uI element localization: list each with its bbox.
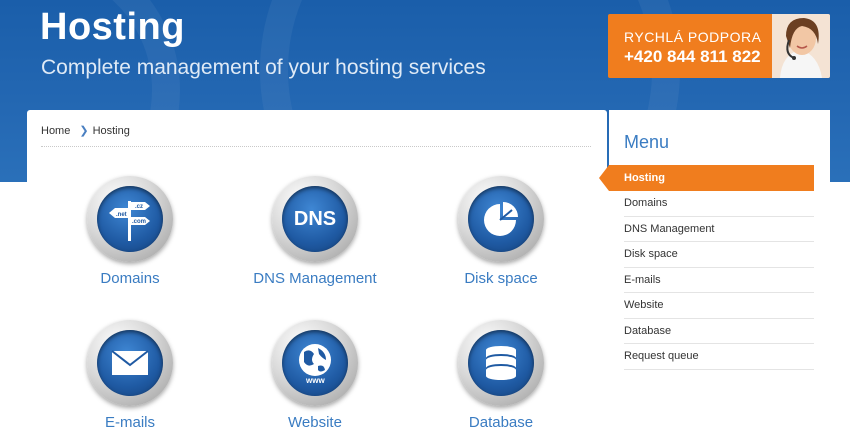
sidebar-item-emails[interactable]: E-mails: [624, 268, 814, 293]
dns-icon: DNS: [282, 186, 348, 252]
envelope-icon: [111, 350, 149, 375]
service-label[interactable]: Website: [230, 414, 400, 431]
globe-icon: www: [282, 330, 348, 396]
sidebar-item-dns-management[interactable]: DNS Management: [624, 217, 814, 242]
sidebar-item-disk-space[interactable]: Disk space: [624, 242, 814, 268]
database-icon: [468, 330, 534, 396]
sidebar-item-domains[interactable]: Domains: [624, 191, 814, 217]
service-disk-space[interactable]: Disk space: [416, 176, 586, 287]
service-website[interactable]: www Website: [230, 320, 400, 431]
dns-icon-text: DNS: [293, 207, 337, 230]
page-subtitle: Complete management of your hosting serv…: [41, 56, 486, 79]
service-label[interactable]: DNS Management: [230, 270, 400, 287]
icon-frame: www: [272, 320, 358, 406]
domains-icon: .net .cz .com: [97, 186, 163, 252]
breadcrumb-current: Hosting: [92, 124, 130, 137]
globe-icon: www: [299, 344, 331, 385]
sidebar-menu: Hosting Domains DNS Management Disk spac…: [599, 165, 814, 370]
service-database[interactable]: Database: [416, 320, 586, 431]
domain-com-text: .com: [132, 219, 146, 225]
support-banner[interactable]: RYCHLÁ PODPORA +420 844 811 822: [608, 14, 830, 78]
support-label: RYCHLÁ PODPORA: [624, 29, 762, 45]
domain-net-text: .net: [116, 212, 127, 218]
breadcrumb-divider: [41, 146, 591, 147]
pie-chart-icon: [484, 202, 518, 236]
icon-frame: [458, 320, 544, 406]
envelope-icon: [97, 330, 163, 396]
sidebar-item-request-queue[interactable]: Request queue: [624, 344, 814, 370]
sidebar-item-hosting[interactable]: Hosting: [599, 165, 814, 191]
service-label[interactable]: Domains: [45, 270, 215, 287]
sidebar: Menu Hosting Domains DNS Management Disk…: [599, 110, 830, 385]
pie-chart-icon: [468, 186, 534, 252]
breadcrumb-home[interactable]: Home: [41, 125, 70, 137]
service-label[interactable]: E-mails: [45, 414, 215, 431]
main-content: Home ❯ Hosting .net .cz .com Domains DNS…: [27, 110, 607, 435]
support-agent-avatar: [772, 14, 830, 78]
domain-cz-text: .cz: [135, 204, 143, 210]
service-dns-management[interactable]: DNS DNS Management: [230, 176, 400, 287]
support-phone[interactable]: +420 844 811 822: [624, 47, 761, 67]
service-emails[interactable]: E-mails: [45, 320, 215, 431]
service-label[interactable]: Disk space: [416, 270, 586, 287]
icon-frame: [87, 320, 173, 406]
icon-frame: [458, 176, 544, 262]
page-title: Hosting: [40, 6, 185, 48]
service-domains[interactable]: .net .cz .com Domains: [45, 176, 215, 287]
www-text: www: [305, 376, 325, 385]
icon-frame: .net .cz .com: [87, 176, 173, 262]
breadcrumb: Home ❯ Hosting: [41, 124, 130, 138]
chevron-right-icon: ❯: [79, 125, 89, 137]
sidebar-title: Menu: [624, 132, 670, 152]
database-icon: [486, 346, 516, 380]
icon-frame: DNS: [272, 176, 358, 262]
signpost-icon: .net .cz .com: [109, 201, 150, 241]
service-label[interactable]: Database: [416, 414, 586, 431]
sidebar-item-website[interactable]: Website: [624, 293, 814, 319]
sidebar-item-database[interactable]: Database: [624, 319, 814, 344]
